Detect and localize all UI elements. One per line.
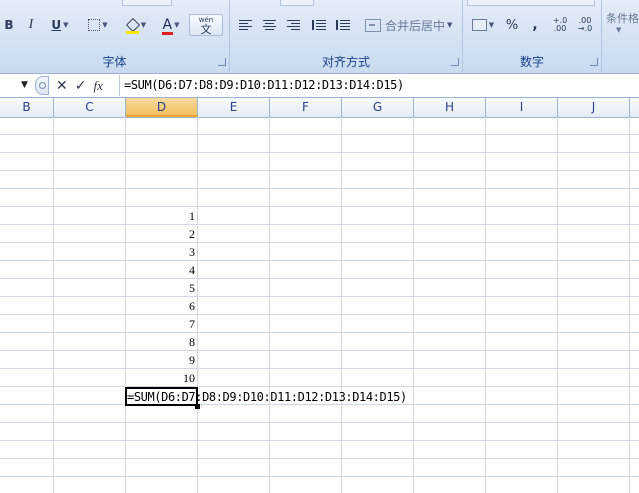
align-center-button[interactable]: [258, 14, 280, 36]
name-box-dropdown-icon[interactable]: ▼: [21, 80, 28, 90]
cell-d11[interactable]: 6: [125, 297, 195, 315]
font-dialog-launcher[interactable]: [218, 58, 226, 66]
fill-color-button[interactable]: ▼: [118, 14, 154, 36]
cell-d14[interactable]: 9: [125, 351, 195, 369]
cell-d15[interactable]: 10: [125, 369, 195, 387]
column-header-d[interactable]: D: [126, 98, 198, 117]
alignment-group-label: 对齐方式: [321, 55, 370, 69]
align-center-icon: [262, 20, 276, 30]
phonetic-button[interactable]: wén 文: [189, 14, 223, 36]
increase-indent-icon: [336, 20, 350, 30]
decrease-indent-button[interactable]: [308, 14, 330, 36]
italic-button[interactable]: I: [20, 14, 42, 36]
cell-d10[interactable]: 5: [125, 279, 195, 297]
cell-edit-text[interactable]: =SUM(D6:D7:D8:D9:D10:D11:D12:D13:D14:D15…: [127, 388, 407, 406]
decrease-indent-icon: [312, 20, 326, 30]
cancel-icon[interactable]: ✕: [56, 78, 68, 94]
worksheet-grid[interactable]: 1 2 3 4 5 6 7 8 9 10 =SUM(D6:D7:D8:D9:D1…: [0, 117, 639, 493]
insert-function-icon[interactable]: fx: [93, 78, 102, 94]
conditional-format-arrow: ▼: [616, 26, 622, 34]
align-right-icon: [286, 20, 300, 30]
alignment-group: 合并后居中 ▼ 对齐方式: [230, 0, 463, 72]
number-group-label: 数字: [519, 55, 544, 69]
column-header-c[interactable]: C: [54, 98, 126, 117]
ribbon: B I U ▼ ▼ ▼ A ▼ wén 文 字体 合并后居中 ▼ 对齐方式 ▼ …: [0, 0, 639, 74]
align-left-icon: [238, 20, 252, 30]
column-headers: B C D E F G H I J: [0, 98, 639, 118]
font-group: B I U ▼ ▼ ▼ A ▼ wén 文 字体: [0, 0, 230, 72]
currency-button[interactable]: ▼: [467, 14, 499, 36]
number-group: ▼ % , +.0 .00 .00 →.0 数字: [463, 0, 602, 72]
fill-handle[interactable]: [195, 404, 200, 409]
cell-d7[interactable]: 2: [125, 225, 195, 243]
borders-button[interactable]: ▼: [80, 14, 116, 36]
column-header-j[interactable]: J: [558, 98, 630, 117]
fill-bucket-icon: [125, 17, 140, 34]
number-dialog-launcher[interactable]: [590, 58, 598, 66]
borders-icon: [88, 19, 101, 31]
enter-icon[interactable]: ✓: [75, 78, 87, 94]
align-right-button[interactable]: [282, 14, 304, 36]
percent-button[interactable]: %: [501, 14, 523, 36]
increase-indent-button[interactable]: [332, 14, 354, 36]
formula-bar-buttons: ✕ ✓ fx: [35, 76, 113, 95]
bold-button[interactable]: B: [0, 14, 18, 36]
column-header-i[interactable]: I: [486, 98, 558, 117]
underline-button[interactable]: U ▼: [44, 14, 76, 36]
formula-bar: ▼ ✕ ✓ fx =SUM(D6:D7:D8:D9:D10:D11:D12:D1…: [0, 74, 639, 98]
merge-center-button[interactable]: 合并后居中 ▼: [362, 14, 454, 36]
cell-d12[interactable]: 7: [125, 315, 195, 333]
styles-group: 条件格 ▼: [602, 0, 639, 72]
column-header-f[interactable]: F: [270, 98, 342, 117]
conditional-format-button[interactable]: 条件格: [606, 10, 639, 26]
cell-d13[interactable]: 8: [125, 333, 195, 351]
formula-bar-expand-handle[interactable]: [35, 76, 49, 95]
align-left-button[interactable]: [234, 14, 256, 36]
currency-icon: [471, 19, 487, 31]
increase-decimal-button[interactable]: +.0 .00: [549, 14, 571, 36]
cell-d6[interactable]: 1: [125, 207, 195, 225]
comma-button[interactable]: ,: [525, 14, 545, 36]
cell-d9[interactable]: 4: [125, 261, 195, 279]
decrease-decimal-button[interactable]: .00 →.0: [573, 14, 597, 36]
font-group-label: 字体: [102, 55, 127, 69]
cell-d8[interactable]: 3: [125, 243, 195, 261]
column-header-g[interactable]: G: [342, 98, 414, 117]
font-color-button[interactable]: A ▼: [156, 14, 186, 36]
column-header-e[interactable]: E: [198, 98, 270, 117]
alignment-dialog-launcher[interactable]: [451, 58, 459, 66]
merge-center-icon: [365, 18, 381, 32]
column-header-h[interactable]: H: [414, 98, 486, 117]
column-header-b[interactable]: B: [0, 98, 54, 117]
formula-input[interactable]: =SUM(D6:D7:D8:D9:D10:D11:D12:D13:D14:D15…: [119, 75, 639, 96]
